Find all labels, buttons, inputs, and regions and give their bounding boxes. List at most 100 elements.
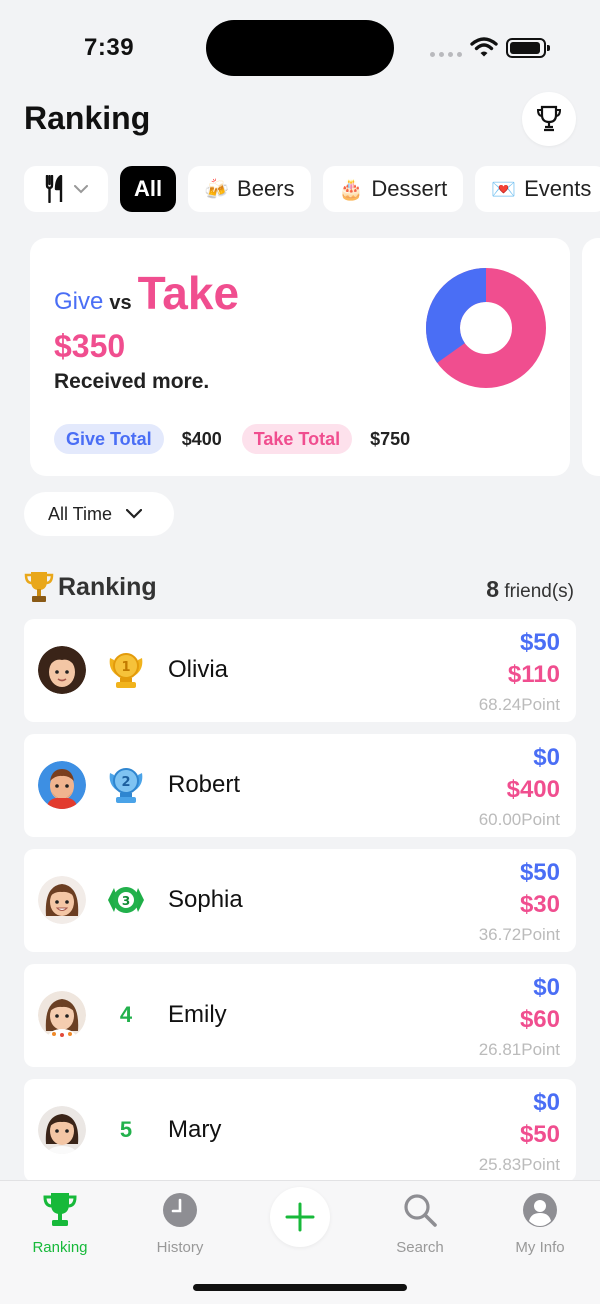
take-amount: $30 [519,891,560,918]
give-vs-take-heading: Give vs Take [54,266,239,320]
ranking-title: Ranking [58,572,157,601]
rank-number-text: 5 [119,1117,133,1142]
give-amount: $50 [519,859,560,886]
tab-ranking[interactable]: Ranking [0,1189,120,1256]
give-take-donut-chart [426,268,546,388]
svg-text:2: 2 [121,775,130,790]
take-word: Take [137,267,240,319]
battery-icon [506,38,550,58]
trophy-button[interactable] [522,92,576,146]
page-title: Ranking [24,100,151,136]
take-amount: $50 [519,1121,560,1148]
filter-chip-dessert[interactable]: 🎂 Dessert [322,166,464,212]
ranking-row[interactable]: 4 Emily $0 $60 26.81Point [24,964,576,1067]
filter-chip-beers[interactable]: 🍻 Beers [188,166,311,212]
points: 25.83Point [478,1155,560,1174]
dynamic-island [206,20,394,76]
filter-chip-label: All [134,176,163,201]
beer-emoji-icon: 🍻 [204,178,230,201]
ranking-row[interactable]: 2 Robert $0 $400 60.00Point [24,734,576,837]
give-total-pill: Give Total [54,424,164,454]
ranking-list: 1 Olivia $50 $110 68.24Point 2 Robert $0… [24,619,576,1194]
verdict-text: Received more. [54,370,210,393]
rank-number: 5 [104,1110,148,1150]
rank-number-text: 4 [119,1002,133,1027]
tab-label: My Info [515,1239,565,1256]
trophy-icon [43,1193,77,1226]
friend-name: Mary [168,1116,222,1143]
ranking-row[interactable]: 5 Mary $0 $50 25.83Point [24,1079,576,1182]
filter-chip-label: Beers [237,176,295,201]
filter-chip-events[interactable]: 💌 Events [475,166,600,212]
points: 26.81Point [478,1040,560,1059]
trophy-emoji-icon [24,572,54,602]
give-total-value: $400 [181,428,222,449]
chevron-down-icon [126,509,143,519]
category-filter-bar: All 🍻 Beers 🎂 Dessert 💌 Events [24,166,600,212]
friend-count: 8 friend(s) [486,576,574,603]
points: 36.72Point [478,925,560,944]
tab-label: Search [396,1239,444,1256]
bronze-medal-icon: 3 [104,880,148,920]
friend-name: Olivia [168,656,229,683]
search-icon [404,1194,437,1227]
svg-text:1: 1 [121,660,130,675]
avatar [38,876,86,924]
filter-chip-label: Dessert [371,176,448,201]
wifi-icon [470,37,498,57]
ranking-row[interactable]: 1 Olivia $50 $110 68.24Point [24,619,576,722]
friend-name: Emily [168,1001,227,1028]
clock-icon [163,1193,197,1227]
give-vs-take-card[interactable]: Give vs Take $350 Received more. Give To… [30,238,570,476]
difference-amount: $350 [54,328,126,364]
take-amount: $400 [506,776,560,803]
avatar [38,646,86,694]
cake-emoji-icon: 🎂 [338,178,364,201]
tab-label: History [156,1239,204,1256]
letter-heart-emoji-icon: 💌 [491,178,517,201]
ranking-section-header: Ranking [24,570,157,604]
filter-chip-label: Events [524,176,592,201]
tab-label: Ranking [32,1239,88,1256]
friend-count-suffix: friend(s) [504,581,574,602]
friend-name: Robert [168,771,241,798]
rank-number: 4 [104,995,148,1035]
friend-name: Sophia [168,886,243,913]
time-range-label: All Time [48,503,113,524]
tab-history[interactable]: History [120,1189,240,1256]
give-amount: $0 [533,1089,560,1116]
chevron-down-icon [74,184,88,193]
give-word: Give [54,288,104,315]
person-icon [523,1193,557,1227]
signal-icon [430,52,462,57]
add-record-button[interactable] [270,1187,330,1247]
vs-word: vs [109,292,132,314]
give-amount: $0 [533,744,560,771]
take-total-pill: Take Total [241,424,353,454]
next-card-peek[interactable] [582,238,600,476]
time-range-dropdown[interactable]: All Time [24,492,174,536]
ranking-row[interactable]: 3 Sophia $50 $30 36.72Point [24,849,576,952]
category-dropdown-button[interactable] [24,166,108,212]
totals-row: Give Total $400 Take Total $750 [54,424,430,454]
points: 68.24Point [478,695,560,714]
gold-medal-icon: 1 [104,650,148,690]
give-amount: $50 [519,629,560,656]
utensils-icon [45,175,63,203]
take-amount: $60 [519,1006,560,1033]
points: 60.00Point [478,810,560,829]
avatar [38,991,86,1039]
filter-chip-all[interactable]: All [120,166,177,212]
give-amount: $0 [533,974,560,1001]
status-bar: 7:39 [0,0,600,92]
tab-my-info[interactable]: My Info [480,1189,600,1256]
take-amount: $110 [507,661,560,688]
home-indicator [193,1284,407,1291]
svg-text:3: 3 [122,894,130,908]
plus-icon [285,1202,315,1232]
take-total-value: $750 [370,428,411,449]
status-time: 7:39 [84,34,135,61]
tab-search[interactable]: Search [360,1189,480,1256]
avatar [38,761,86,809]
friend-count-number: 8 [486,576,500,602]
